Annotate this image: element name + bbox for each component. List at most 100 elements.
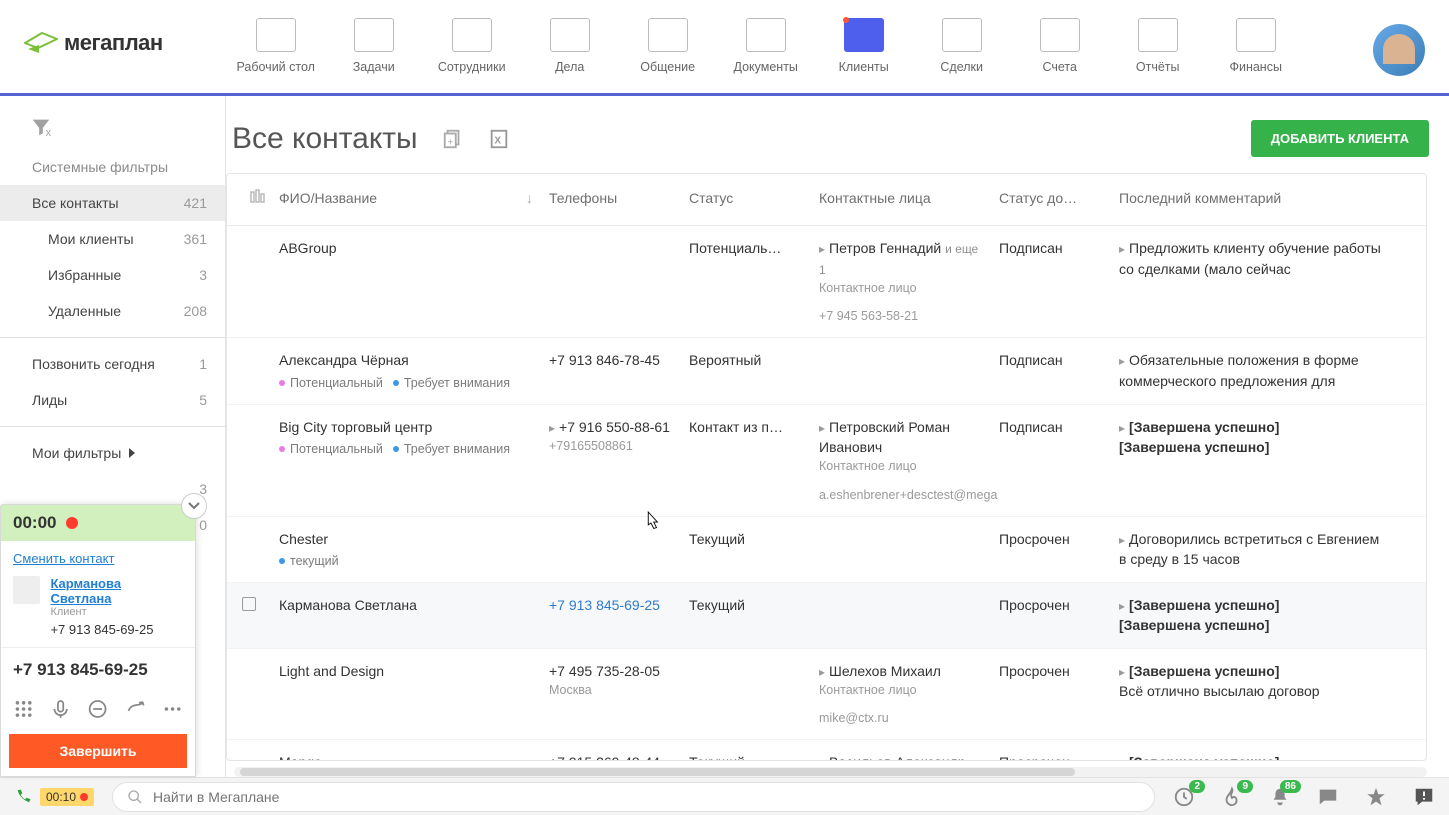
table-row[interactable]: Mangoрозница▸+7 915 269-48-44Текущий▸Вас…: [227, 740, 1426, 761]
phone[interactable]: +7 495 735-28-05: [549, 663, 660, 679]
col-status[interactable]: Статус: [681, 188, 811, 208]
nav-label: Задачи: [325, 60, 423, 74]
table-row[interactable]: Light and Design▸+7 495 735-28-05Москва▸…: [227, 649, 1426, 741]
table-row[interactable]: Карманова Светлана▸+7 913 845-69-25Текущ…: [227, 583, 1426, 649]
nav-Сотрудники[interactable]: Сотрудники: [423, 18, 521, 74]
nav-Задачи[interactable]: Задачи: [325, 18, 423, 74]
nav-Общение[interactable]: Общение: [619, 18, 717, 74]
col-name[interactable]: ФИО/Название↓: [271, 188, 541, 208]
columns-config-icon[interactable]: [249, 188, 267, 206]
nav-Отчёты[interactable]: Отчёты: [1109, 18, 1207, 74]
nav-Счета[interactable]: Счета: [1011, 18, 1109, 74]
call-client-role: Клиент: [50, 606, 183, 618]
expand-icon[interactable]: ▸: [819, 665, 825, 679]
expand-icon[interactable]: ▸: [1119, 665, 1125, 679]
phone[interactable]: +7 913 845-69-25: [549, 597, 660, 613]
clock-icon[interactable]: 2: [1173, 786, 1195, 808]
call-client-phone: +7 913 845-69-25: [50, 622, 183, 637]
col-comment[interactable]: Последний комментарий: [1111, 188, 1391, 208]
nav-label: Дела: [521, 60, 619, 74]
expand-icon[interactable]: ▸: [1119, 421, 1125, 435]
sidebar-item[interactable]: Удаленные208: [0, 293, 225, 329]
sidebar-item[interactable]: Мои клиенты361: [0, 221, 225, 257]
col-contacts[interactable]: Контактные лица: [811, 188, 991, 208]
nav-icon: [550, 18, 590, 52]
expand-icon[interactable]: ▸: [819, 756, 825, 761]
phone[interactable]: +7 916 550-88-61: [559, 419, 670, 435]
expand-icon[interactable]: ▸: [819, 421, 825, 435]
excel-icon[interactable]: X: [488, 128, 510, 150]
nav-label: Сотрудники: [423, 60, 521, 74]
filter-icon[interactable]: x: [30, 116, 52, 138]
chat-icon[interactable]: [1317, 786, 1339, 808]
nav-icon: [354, 18, 394, 52]
global-search[interactable]: [112, 782, 1155, 812]
sidebar-item[interactable]: Лиды5: [0, 382, 225, 418]
sidebar-item[interactable]: Избранные3: [0, 257, 225, 293]
nav-Финансы[interactable]: Финансы: [1207, 18, 1305, 74]
call-collapse-button[interactable]: [181, 493, 207, 519]
expand-icon[interactable]: ▸: [549, 421, 555, 435]
table-header: ФИО/Название↓ Телефоны Статус Контактные…: [227, 174, 1426, 226]
transfer-icon[interactable]: [125, 698, 146, 720]
nav-Сделки[interactable]: Сделки: [913, 18, 1011, 74]
nav-Документы[interactable]: Документы: [717, 18, 815, 74]
fire-icon[interactable]: 9: [1221, 786, 1243, 808]
nav-Клиенты[interactable]: Клиенты: [815, 18, 913, 74]
sidebar-item[interactable]: Позвонить сегодня1: [0, 346, 225, 382]
nav-icon: [746, 18, 786, 52]
end-call-button[interactable]: Завершить: [9, 734, 187, 768]
sidebar-my-filters[interactable]: Мои фильтры: [0, 435, 225, 471]
contact-name[interactable]: Васильев Александр: [829, 754, 966, 761]
nav-label: Финансы: [1207, 60, 1305, 74]
bell-icon[interactable]: 86: [1269, 786, 1291, 808]
record-icon: [66, 517, 78, 529]
horizontal-scrollbar[interactable]: [234, 767, 1427, 777]
status: Вероятный: [681, 350, 811, 370]
feedback-icon[interactable]: [1413, 786, 1435, 808]
mic-icon[interactable]: [50, 698, 71, 720]
contact-name[interactable]: Петровский Роман Иванович: [819, 419, 950, 455]
logo[interactable]: мегаплан: [24, 30, 163, 56]
nav-label: Счета: [1011, 60, 1109, 74]
row-checkbox[interactable]: [242, 597, 256, 611]
table-row[interactable]: Big City торговый центрПотенциальныйТреб…: [227, 405, 1426, 517]
expand-icon[interactable]: ▸: [819, 242, 825, 256]
nav-label: Сделки: [913, 60, 1011, 74]
user-avatar[interactable]: [1373, 24, 1425, 76]
hold-icon[interactable]: [87, 698, 108, 720]
phone[interactable]: +7 915 269-48-44: [549, 754, 660, 761]
contact-name[interactable]: Петров Геннадий: [829, 240, 941, 256]
contact-name[interactable]: Шелехов Михаил: [829, 663, 941, 679]
table-row[interactable]: Александра ЧёрнаяПотенциальныйТребует вн…: [227, 338, 1426, 404]
table-row[interactable]: ChesterтекущийТекущийПросрочен▸Договорил…: [227, 517, 1426, 583]
expand-icon[interactable]: ▸: [1119, 242, 1125, 256]
table-row[interactable]: ABGroupПотенциаль…▸Петров Геннадий и еще…: [227, 226, 1426, 338]
expand-icon[interactable]: ▸: [1119, 756, 1125, 761]
nav-icon: [256, 18, 296, 52]
expand-icon[interactable]: ▸: [1119, 599, 1125, 613]
star-icon[interactable]: [1365, 786, 1387, 808]
change-contact-link[interactable]: Сменить контакт: [13, 551, 183, 566]
call-dial-input[interactable]: +7 913 845-69-25: [1, 647, 195, 692]
bb-active-call[interactable]: 00:10: [14, 788, 94, 806]
call-controls: [1, 692, 195, 726]
doc-status: Просрочен: [991, 752, 1111, 761]
phone[interactable]: +7 913 846-78-45: [549, 352, 660, 368]
call-timer: 00:00: [13, 513, 56, 533]
expand-icon[interactable]: ▸: [1119, 533, 1125, 547]
add-client-button[interactable]: ДОБАВИТЬ КЛИЕНТА: [1251, 120, 1429, 157]
call-client-name[interactable]: Карманова Светлана: [50, 576, 183, 606]
more-icon[interactable]: [162, 698, 183, 720]
copy-icon[interactable]: +: [442, 128, 464, 150]
sidebar-item[interactable]: Все контакты421: [0, 185, 225, 221]
nav-Рабочий стол[interactable]: Рабочий стол: [227, 18, 325, 74]
col-phones[interactable]: Телефоны: [541, 188, 681, 208]
dialpad-icon[interactable]: [13, 698, 34, 720]
expand-icon[interactable]: ▸: [1119, 354, 1125, 368]
search-input[interactable]: [153, 789, 1140, 805]
client-avatar: [13, 576, 40, 604]
chevron-right-icon: [129, 448, 135, 458]
nav-Дела[interactable]: Дела: [521, 18, 619, 74]
col-doc[interactable]: Статус до…: [991, 188, 1111, 208]
